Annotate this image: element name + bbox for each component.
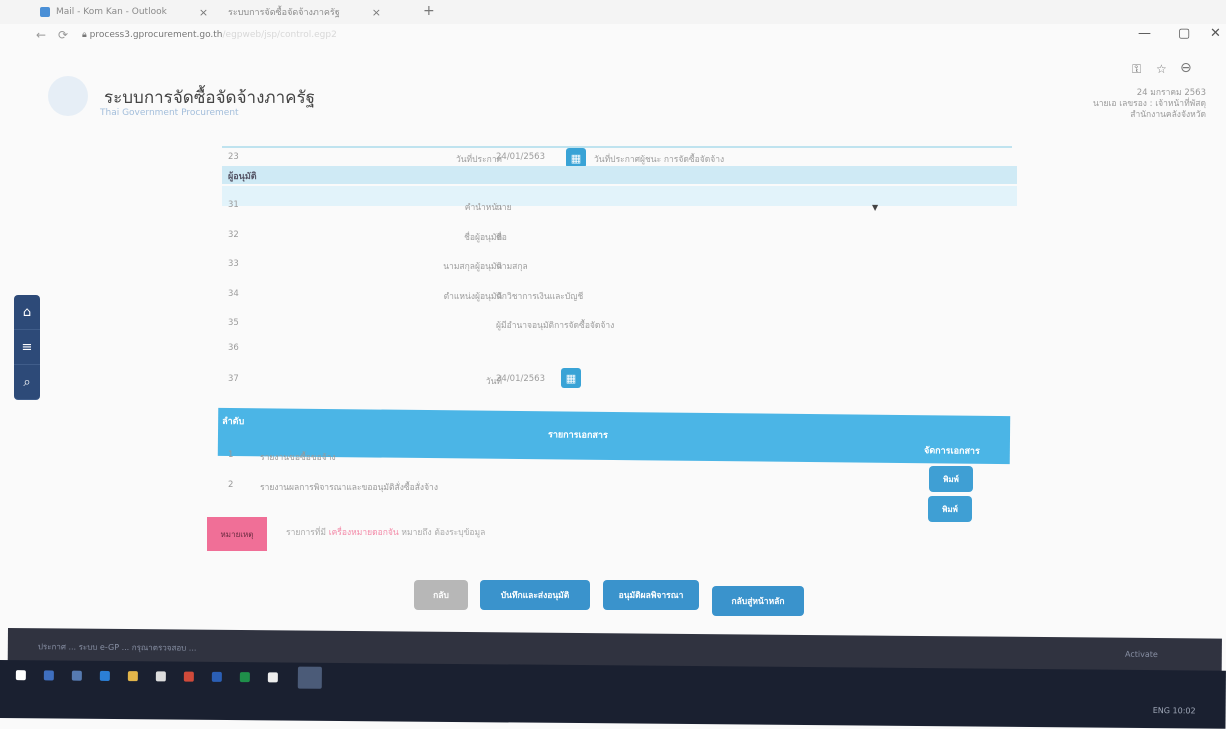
field-label: นามสกุลผู้อนุมัติ	[443, 262, 502, 272]
user-date: 24 มกราคม 2563	[1136, 88, 1206, 98]
row-number: 31	[228, 200, 239, 210]
row-number: 32	[228, 230, 239, 240]
form-row-position: 34 ตำแหน่งผู้อนุมัติ นักวิชาการเงินและบั…	[222, 285, 1012, 307]
calendar-icon[interactable]: ▦	[561, 368, 581, 388]
user-info: 24 มกราคม 2563 นายเอ เลขรอง : เจ้าหน้าที…	[1093, 88, 1206, 121]
notification-text: ประกาศ ... ระบบ e-GP ... กรุณาตรวจสอบ ..…	[37, 642, 197, 653]
close-icon[interactable]: ×	[372, 6, 381, 19]
row-number: 33	[228, 259, 239, 269]
store-icon[interactable]	[155, 671, 166, 682]
position-field[interactable]: นักวิชาการเงินและบัญชี	[496, 289, 583, 303]
remark-text: รายการที่มี เครื่องหมายดอกจัน หมายถึง ต้…	[286, 528, 486, 538]
remark-badge: หมายเหตุ	[207, 517, 267, 551]
prefix-select[interactable]: นาย ▼	[496, 200, 878, 214]
new-tab-icon[interactable]: +	[423, 3, 435, 19]
field-label: ตำแหน่งผู้อนุมัติ	[443, 292, 502, 302]
close-window-icon[interactable]: ✕	[1210, 26, 1221, 41]
form-row-lastname: 33 นามสกุลผู้อนุมัติ นามสกุล	[222, 255, 1012, 277]
chrome-icon[interactable]	[297, 666, 322, 689]
section-title: ผู้อนุมัติ	[228, 172, 257, 182]
maximize-icon[interactable]: ▢	[1178, 26, 1190, 41]
menu-icon[interactable]: ≡	[14, 330, 40, 365]
document-name: รายงานขอซื้อขอจ้าง	[260, 453, 336, 463]
firstname-field[interactable]: ชื่อ	[496, 230, 507, 244]
excel-icon[interactable]	[239, 672, 250, 683]
lastname-field[interactable]: นามสกุล	[496, 259, 528, 273]
close-icon[interactable]: ×	[199, 6, 208, 19]
browser-tab-bar: Mail - Kom Kan - Outlook × ระบบการจัดซื้…	[0, 0, 1226, 24]
row-number: 1	[228, 450, 234, 460]
reload-icon[interactable]: ⟳	[58, 28, 68, 42]
table-row: 1 รายงานขอซื้อขอจ้าง	[222, 448, 1012, 468]
side-nav: ⌂ ≡ ⌕	[14, 295, 40, 400]
address-bar: ← ⟳ 🔒︎ process3.gprocurement.go.th/egpwe…	[0, 24, 1226, 48]
lock-icon: 🔒︎	[82, 30, 90, 40]
form-row-prefix: 31 คำนำหน้า นาย ▼	[222, 196, 1012, 218]
site-logo	[48, 76, 88, 116]
mail-icon[interactable]	[267, 672, 278, 683]
chevron-down-icon: ▼	[872, 203, 879, 212]
form-row-authority: 35 ผู้มีอำนาจอนุมัติการจัดซื้อจัดจ้าง	[222, 314, 1012, 336]
word-icon[interactable]	[211, 671, 222, 682]
required-marker-text: เครื่องหมายดอกจัน	[328, 528, 399, 538]
section-approver: ผู้อนุมัติ	[222, 166, 1017, 184]
home-icon[interactable]: ⌂	[14, 295, 40, 330]
main-page-button[interactable]: กลับสู่หน้าหลัก	[712, 586, 804, 616]
site-subtitle: Thai Government Procurement	[100, 108, 239, 118]
back-button[interactable]: กลับ	[414, 580, 468, 610]
save-and-submit-button[interactable]: บันทึกและส่งอนุมัติ	[480, 580, 590, 610]
browser-tab-outlook[interactable]: Mail - Kom Kan - Outlook ×	[40, 4, 208, 20]
site-title: ระบบการจัดซื้อจัดจ้างภาครัฐ	[104, 88, 316, 108]
approve-date-field[interactable]: 24/01/2563	[496, 374, 545, 384]
user-org: สำนักงานคลังจังหวัด	[1130, 110, 1206, 120]
row-number: 34	[228, 289, 239, 299]
outlook-icon	[40, 7, 50, 17]
star-icon[interactable]: ☆	[1156, 62, 1167, 76]
search-icon[interactable]: ⌕	[14, 365, 40, 400]
document-name: รายงานผลการพิจารณาและขออนุมัติสั่งซื้อสั…	[260, 483, 438, 493]
search-icon[interactable]	[43, 670, 54, 681]
back-arrow-icon[interactable]: ←	[36, 28, 46, 42]
form-row-date: 37 วันที่ 24/01/2563	[222, 370, 1012, 392]
tab-title: Mail - Kom Kan - Outlook	[56, 7, 167, 17]
row-number: 2	[228, 480, 234, 490]
approve-result-button[interactable]: อนุมัติผลพิจารณา	[603, 580, 699, 610]
minimize-icon[interactable]: —	[1138, 26, 1151, 41]
browser-tab-egp[interactable]: ระบบการจัดซื้อจัดจ้างภาครัฐ ×	[228, 4, 381, 20]
col-header-no: ลำดับ	[222, 416, 245, 428]
user-name: นายเอ เลขรอง : เจ้าหน้าที่พัสดุ	[1092, 99, 1206, 109]
activate-text: Activate	[1124, 649, 1158, 660]
folder-icon[interactable]	[127, 671, 138, 682]
form-row-firstname: 32 ชื่อผู้อนุมัติ ชื่อ	[222, 226, 1012, 248]
taskbar: ENG 10:02	[0, 660, 1226, 729]
form-row-blank: 36	[222, 339, 1012, 361]
pdf-icon[interactable]	[183, 671, 194, 682]
task-view-icon[interactable]	[71, 670, 82, 681]
tab-title: ระบบการจัดซื้อจัดจ้างภาครัฐ	[228, 8, 340, 18]
table-row: 2 รายงานผลการพิจารณาและขออนุมัติสั่งซื้อ…	[222, 478, 1012, 498]
field-note: วันที่ประกาศผู้ชนะ การจัดซื้อจัดจ้าง	[594, 155, 725, 165]
windows-start-icon[interactable]	[15, 670, 26, 681]
print-button[interactable]: พิมพ์	[928, 496, 972, 522]
edge-icon[interactable]	[99, 670, 110, 681]
row-number: 35	[228, 318, 239, 328]
col-header-name: รายการเอกสาร	[547, 430, 608, 441]
url-field[interactable]: 🔒︎ process3.gprocurement.go.th/egpweb/js…	[82, 30, 337, 40]
row-number: 37	[228, 374, 239, 384]
system-tray: ENG 10:02	[1152, 706, 1196, 716]
profile-icon[interactable]: ⊖	[1180, 60, 1192, 76]
key-icon[interactable]: ⚿	[1132, 62, 1141, 77]
authority-field[interactable]: ผู้มีอำนาจอนุมัติการจัดซื้อจัดจ้าง	[496, 318, 614, 332]
row-number: 36	[228, 343, 239, 353]
